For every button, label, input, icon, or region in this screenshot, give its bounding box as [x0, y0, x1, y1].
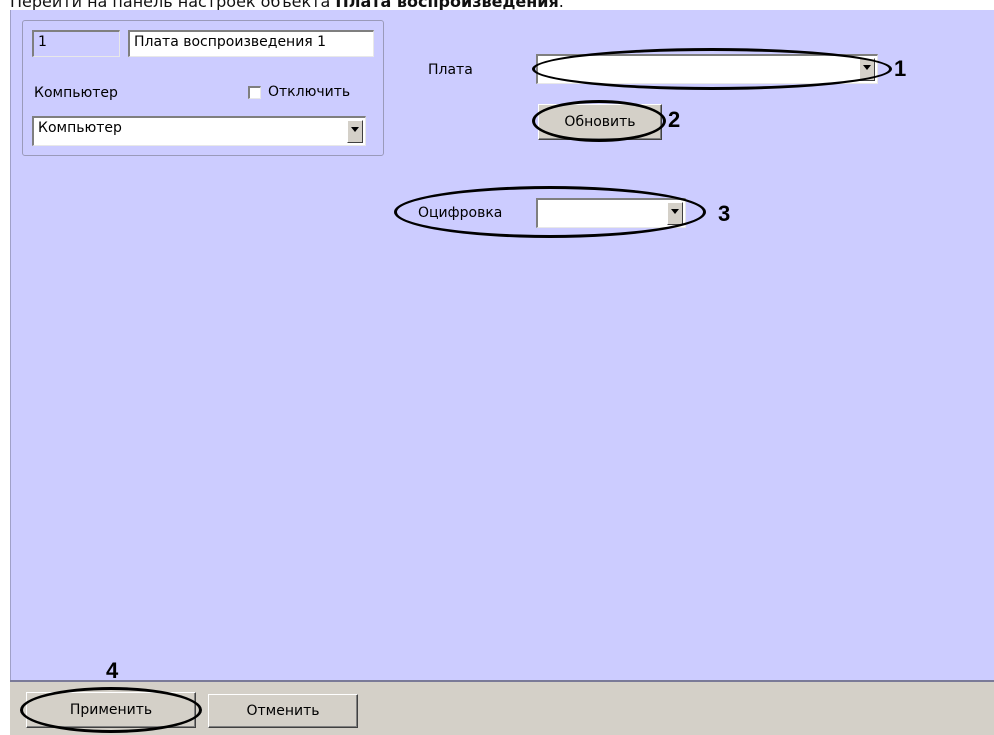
object-name-field[interactable]: Плата воспроизведения 1: [128, 30, 374, 57]
disable-checkbox[interactable]: [248, 86, 261, 99]
apply-button[interactable]: Применить: [26, 692, 196, 728]
digitization-label: Оцифровка: [418, 205, 503, 221]
callout-marker-4: 4: [106, 658, 119, 683]
computer-select[interactable]: Компьютер: [32, 116, 366, 146]
digitization-select[interactable]: [536, 198, 686, 228]
computer-select-value: Компьютер: [38, 120, 122, 136]
refresh-button[interactable]: Обновить: [538, 104, 662, 140]
object-id-field[interactable]: 1: [32, 30, 120, 57]
callout-marker-3: 3: [718, 201, 731, 226]
chevron-down-icon[interactable]: [667, 202, 683, 225]
disable-label: Отключить: [268, 84, 351, 100]
callout-marker-2: 2: [668, 107, 681, 132]
computer-label: Компьютер: [34, 85, 118, 101]
callout-marker-1: 1: [894, 56, 907, 81]
chevron-down-icon[interactable]: [859, 58, 875, 81]
board-label: Плата: [428, 62, 473, 78]
board-select[interactable]: [536, 54, 878, 84]
cancel-button[interactable]: Отменить: [208, 694, 358, 728]
chevron-down-icon[interactable]: [347, 120, 363, 143]
